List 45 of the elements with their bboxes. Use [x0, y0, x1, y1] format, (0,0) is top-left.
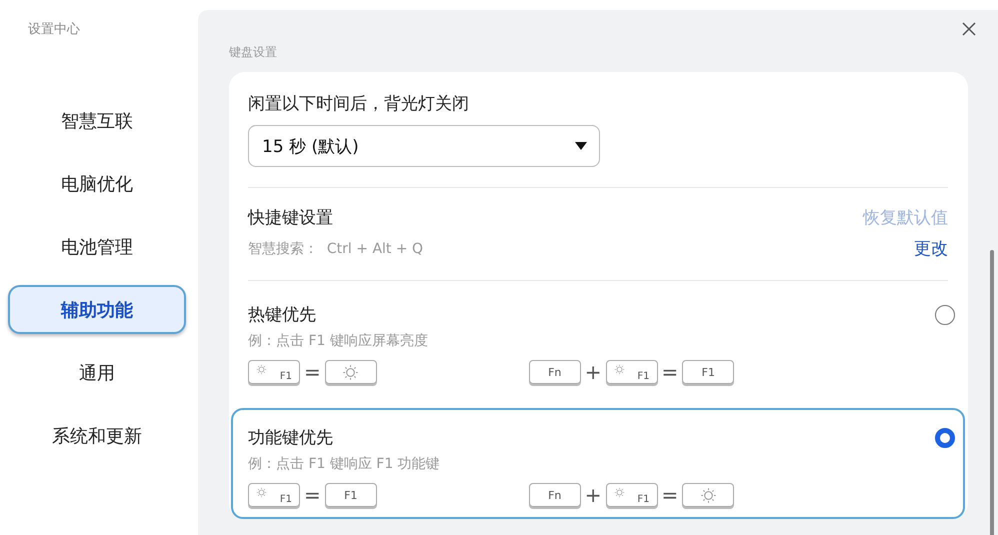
- operator-sign: =: [304, 483, 321, 507]
- key-cap: Fn: [528, 360, 581, 384]
- option-example: 例：点击 F1 键响应屏幕亮度: [248, 332, 429, 350]
- sidebar-item[interactable]: 电池管理: [8, 222, 186, 271]
- sun-icon: [256, 487, 267, 498]
- key-cap: F1: [682, 360, 734, 384]
- setting-label: 闲置以下时间后，背光灯关闭: [248, 93, 470, 115]
- section-title: 键盘设置: [229, 44, 277, 61]
- sidebar-item[interactable]: 电脑优化: [8, 159, 186, 208]
- change-link[interactable]: 更改: [914, 237, 948, 260]
- mode-option[interactable]: 功能键优先 例：点击 F1 键响应 F1 功能键 F1 = F1 Fn + F1 =: [231, 408, 965, 519]
- timeout-dropdown[interactable]: 15 秒 (默认): [248, 125, 600, 167]
- key-cap: F1: [248, 360, 300, 384]
- radio-button[interactable]: [935, 304, 955, 324]
- setting-label: 快捷键设置: [248, 207, 333, 229]
- key-cap: Fn: [528, 483, 581, 507]
- scrollbar-thumb[interactable]: [990, 250, 994, 535]
- close-button[interactable]: [960, 20, 978, 38]
- radio-button[interactable]: [935, 428, 955, 448]
- sidebar-item[interactable]: 系统和更新: [8, 411, 186, 460]
- operator-sign: =: [662, 360, 678, 384]
- sun-icon: [342, 364, 360, 380]
- close-icon: [962, 22, 976, 36]
- key-cap: F1: [606, 483, 658, 507]
- operator-sign: +: [584, 360, 602, 384]
- sun-icon: [700, 486, 717, 504]
- sun-icon: [256, 364, 267, 375]
- option-title: 功能键优先: [248, 427, 333, 449]
- sidebar-item[interactable]: 通用: [8, 348, 186, 397]
- mode-option[interactable]: 热键优先 例：点击 F1 键响应屏幕亮度 F1 = Fn + F1 = F1: [231, 281, 965, 396]
- sidebar-item[interactable]: 辅助功能: [8, 285, 186, 334]
- shortcut-label: 智慧搜索： Ctrl + Alt + Q: [248, 240, 424, 258]
- key-cap: F1: [324, 483, 377, 507]
- sun-icon: [614, 364, 625, 375]
- app-title: 设置中心: [27, 21, 81, 38]
- sidebar-item[interactable]: 智慧互联: [8, 96, 186, 145]
- option-title: 热键优先: [248, 304, 316, 326]
- operator-sign: =: [304, 360, 321, 384]
- sun-icon: [614, 487, 625, 498]
- option-example: 例：点击 F1 键响应 F1 功能键: [248, 455, 441, 473]
- operator-sign: +: [584, 483, 602, 507]
- key-cap: F1: [606, 360, 658, 384]
- key-cap: F1: [248, 483, 300, 507]
- caret-icon: [575, 142, 587, 150]
- operator-sign: =: [662, 483, 678, 507]
